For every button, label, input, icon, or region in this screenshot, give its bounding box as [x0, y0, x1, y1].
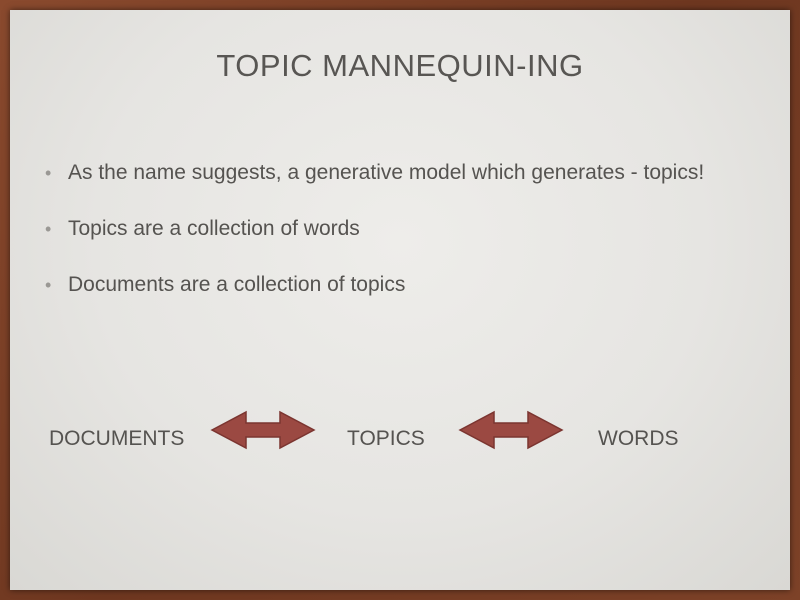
bullet-item: • Topics are a collection of words	[43, 214, 733, 244]
double-headed-arrow-icon	[210, 410, 316, 450]
bullet-text: Documents are a collection of topics	[68, 273, 406, 296]
slide: TOPIC MANNEQUIN-ING • As the name sugges…	[10, 10, 790, 590]
bullet-icon: •	[45, 163, 52, 183]
bullet-text: Topics are a collection of words	[68, 217, 360, 240]
topic-flow-diagram: DOCUMENTS TOPICS WORDS	[10, 410, 790, 460]
flow-node-topics: TOPICS	[347, 427, 425, 450]
bullet-icon: •	[45, 219, 52, 239]
bullet-text: As the name suggests, a generative model…	[68, 161, 705, 184]
double-headed-arrow-icon	[458, 410, 564, 450]
flow-node-documents: DOCUMENTS	[49, 427, 185, 450]
bullet-icon: •	[45, 275, 52, 295]
slide-frame: TOPIC MANNEQUIN-ING • As the name sugges…	[0, 0, 800, 600]
bullet-item: • As the name suggests, a generative mod…	[43, 158, 733, 188]
flow-node-words: WORDS	[598, 427, 679, 450]
bullet-list: • As the name suggests, a generative mod…	[43, 158, 733, 326]
bullet-item: • Documents are a collection of topics	[43, 270, 733, 300]
slide-title: TOPIC MANNEQUIN-ING	[216, 48, 584, 83]
